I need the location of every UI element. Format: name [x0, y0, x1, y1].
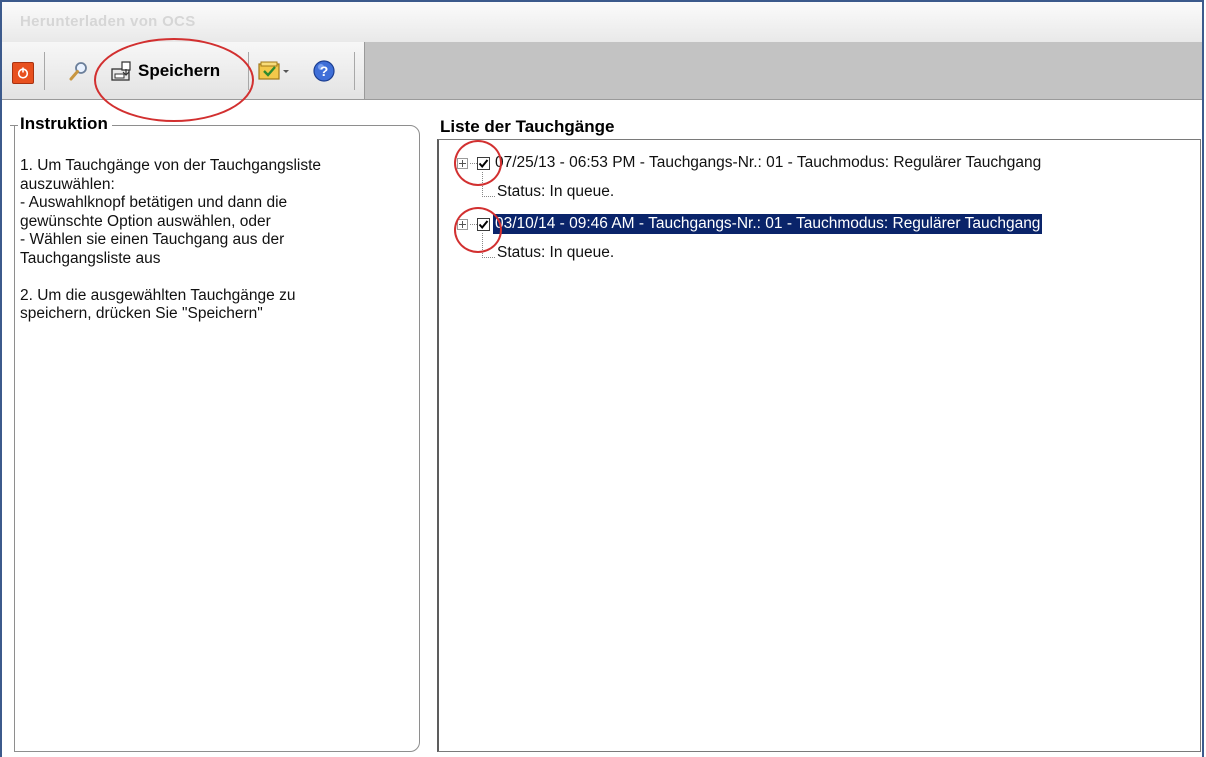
toolbar-separator: [44, 52, 45, 90]
dive-label-selected: 03/10/14 - 09:46 AM - Tauchgangs-Nr.: 01…: [493, 214, 1043, 234]
toolbar-separator: [354, 52, 355, 90]
power-button[interactable]: [12, 62, 34, 84]
dive-list-heading: Liste der Tauchgänge: [440, 117, 615, 136]
select-dives-dropdown-button[interactable]: [257, 60, 293, 82]
annotation-circle-save: [94, 38, 254, 122]
dive-status: Status: In queue.: [497, 244, 615, 261]
instruction-heading: Instruktion: [10, 114, 112, 134]
magnifier-icon: [69, 62, 87, 81]
dive-label: 07/25/13 - 06:53 PM - Tauchgangs-Nr.: 01…: [495, 154, 1042, 171]
help-icon: ?: [313, 60, 335, 82]
dive-status: Status: In queue.: [497, 183, 615, 200]
dive-list-item[interactable]: 03/10/14 - 09:46 AM - Tauchgangs-Nr.: 01…: [457, 213, 1043, 235]
checklist-dropdown-icon: [258, 61, 289, 80]
help-button[interactable]: ?: [312, 60, 336, 82]
search-button[interactable]: [66, 60, 92, 82]
svg-text:?: ?: [320, 63, 329, 79]
instruction-text: 1. Um Tauchgänge von der Tauchgangsliste…: [20, 157, 322, 322]
annotation-circle-checkbox: [454, 140, 502, 186]
annotation-circle-checkbox: [454, 207, 502, 253]
window-title: Herunterladen von OCS: [20, 13, 196, 30]
title-bar: Herunterladen von OCS: [2, 2, 1202, 43]
tree-connector: [482, 257, 495, 258]
dive-list-item[interactable]: 07/25/13 - 06:53 PM - Tauchgangs-Nr.: 01…: [457, 152, 1043, 174]
tree-connector: [482, 196, 495, 197]
power-icon: [17, 67, 29, 79]
download-window: Herunterladen von OCS Speichern ? Instru…: [0, 0, 1204, 757]
